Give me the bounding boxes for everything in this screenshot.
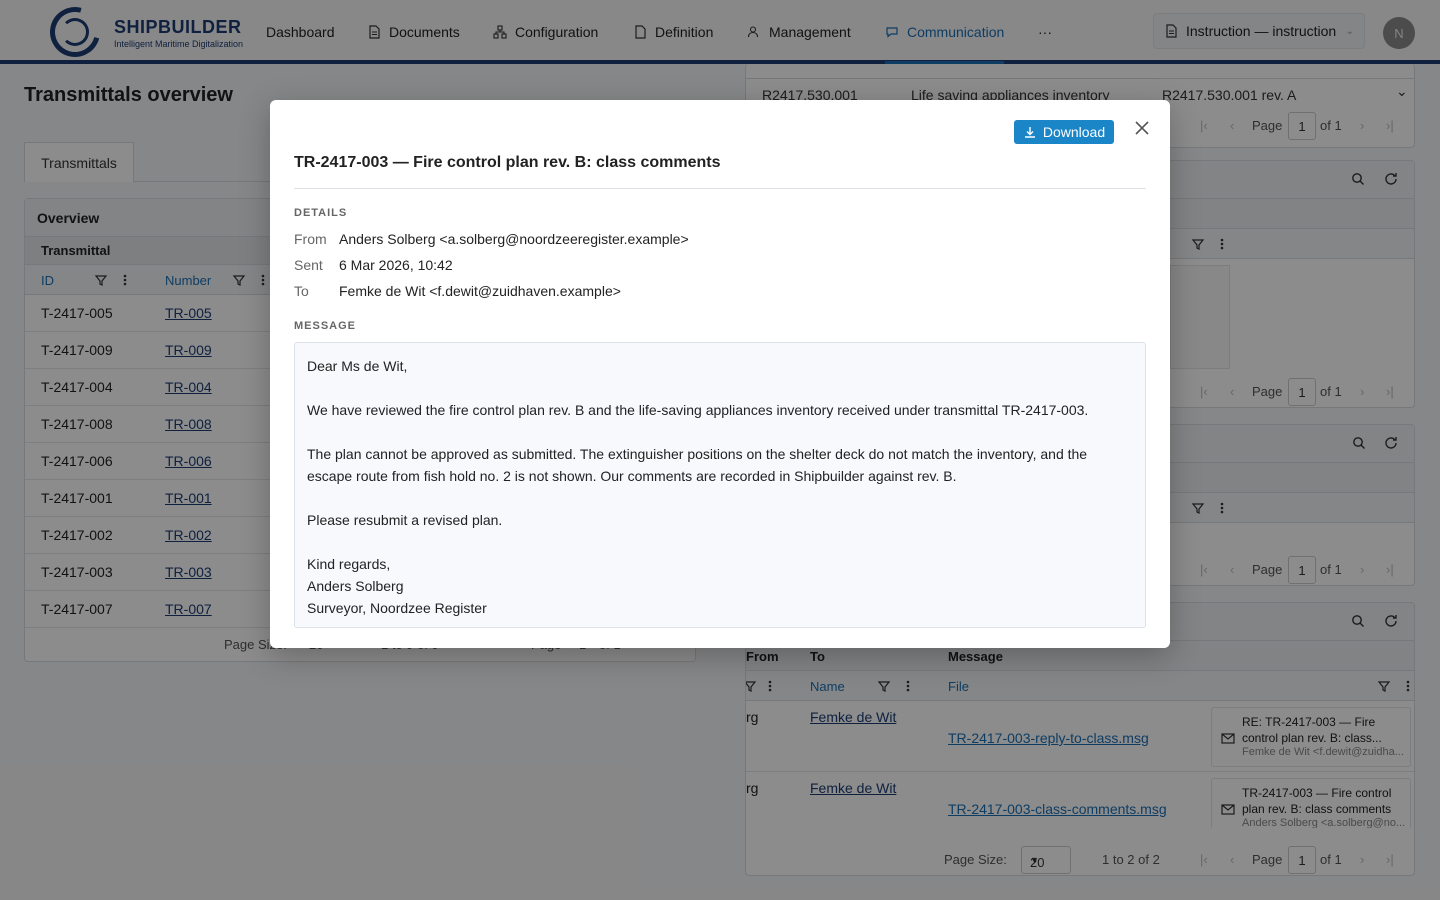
from-value: Anders Solberg <a.solberg@noordzeeregist… xyxy=(339,231,689,247)
download-button[interactable]: Download xyxy=(1014,120,1114,144)
sent-label: Sent xyxy=(294,257,323,273)
details-section-label: DETAILS xyxy=(294,207,348,219)
to-value: Femke de Wit <f.dewit@zuidhaven.example> xyxy=(339,283,621,299)
message-section-label: MESSAGE xyxy=(294,320,357,332)
message-body: Dear Ms de Wit, We have reviewed the fir… xyxy=(307,358,1089,616)
sent-value: 6 Mar 2026, 10:42 xyxy=(339,257,453,273)
download-label: Download xyxy=(1042,124,1106,140)
download-icon xyxy=(1024,127,1035,138)
close-icon[interactable] xyxy=(1132,118,1152,138)
message-body-box: Dear Ms de Wit, We have reviewed the fir… xyxy=(294,342,1146,628)
to-label: To xyxy=(294,283,309,299)
from-label: From xyxy=(294,231,327,247)
dialog-title: TR-2417-003 — Fire control plan rev. B: … xyxy=(294,154,721,171)
divider xyxy=(294,188,1146,189)
message-dialog: Download TR-2417-003 — Fire control plan… xyxy=(270,100,1170,648)
